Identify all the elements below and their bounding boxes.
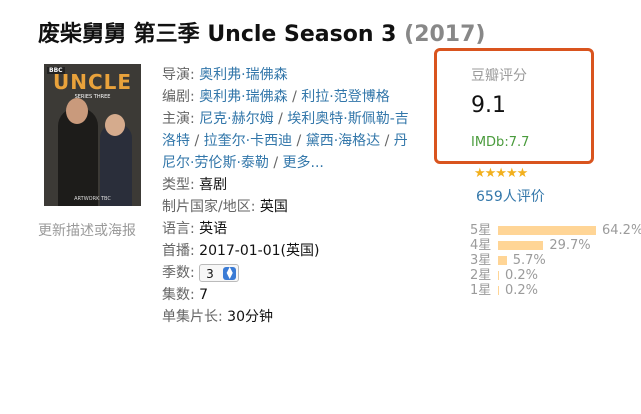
season-select-value: 3 bbox=[206, 267, 214, 281]
season-label: 季数: bbox=[162, 265, 195, 281]
distribution-bar bbox=[498, 256, 507, 265]
director-link[interactable]: 奥利弗·瑞佛森 bbox=[199, 67, 287, 83]
distribution-percent: 29.7% bbox=[549, 238, 591, 253]
distribution-percent: 0.2% bbox=[505, 283, 539, 298]
country-label: 制片国家/地区: bbox=[162, 199, 256, 215]
cast-separator: / bbox=[273, 111, 288, 127]
episodes-label: 集数: bbox=[162, 287, 195, 303]
cast-more-link[interactable]: 更多... bbox=[283, 155, 324, 171]
star-rating-icon: ★★★★★ bbox=[474, 166, 528, 181]
genre-value: 喜剧 bbox=[199, 177, 228, 193]
cast-separator: / bbox=[268, 155, 283, 171]
rating-box: 豆瓣评分 9.1 IMDb:7.7 bbox=[434, 48, 594, 164]
cast-link[interactable]: 黛西·海格达 bbox=[306, 133, 380, 149]
rating-distribution: 5星 64.2% 4星 29.7% 3星 5.7% 2星 0.2% 1星 0.2% bbox=[470, 223, 641, 298]
premiere-label: 首播: bbox=[162, 243, 195, 259]
country-row: 制片国家/地区: 英国 bbox=[162, 196, 410, 218]
title-year: (2017) bbox=[404, 22, 486, 47]
cast-label: 主演: bbox=[162, 111, 195, 127]
runtime-row: 单集片长: 30分钟 bbox=[162, 306, 410, 328]
cast-link[interactable]: 拉奎尔·卡西迪 bbox=[204, 133, 292, 149]
writer-separator: / bbox=[287, 89, 302, 105]
cast-link[interactable]: 尼克·赫尔姆 bbox=[199, 111, 273, 127]
page-title: 废柴舅舅 第三季 Uncle Season 3 (2017) bbox=[38, 16, 485, 48]
distribution-bar bbox=[498, 241, 544, 250]
distribution-star-label: 2星 bbox=[470, 268, 492, 283]
runtime-value: 30分钟 bbox=[227, 309, 273, 325]
season-row: 季数: 3 ▲ ▼ bbox=[162, 262, 410, 284]
cast-separator: / bbox=[380, 133, 394, 149]
info-panel: 导演: 奥利弗·瑞佛森 编剧: 奥利弗·瑞佛森 / 利拉·范登博格 主演: 尼克… bbox=[162, 64, 410, 328]
country-value: 英国 bbox=[259, 199, 288, 215]
rating-label: 豆瓣评分 bbox=[471, 68, 527, 84]
writer-link[interactable]: 利拉·范登博格 bbox=[301, 89, 389, 105]
poster-figure-man-head bbox=[66, 98, 88, 124]
distribution-percent: 5.7% bbox=[512, 253, 546, 268]
poster-artwork-note: ARTWORK TBC bbox=[74, 196, 111, 202]
cast-row: 主演: 尼克·赫尔姆 / 埃利奥特·斯佩勒-吉洛特 / 拉奎尔·卡西迪 / 黛西… bbox=[162, 108, 410, 174]
writer-row: 编剧: 奥利弗·瑞佛森 / 利拉·范登博格 bbox=[162, 86, 410, 108]
genre-row: 类型: 喜剧 bbox=[162, 174, 410, 196]
distribution-star-label: 5星 bbox=[470, 223, 492, 238]
rating-distribution-row: 3星 5.7% bbox=[470, 253, 641, 268]
rating-distribution-row: 2星 0.2% bbox=[470, 268, 641, 283]
director-label: 导演: bbox=[162, 67, 195, 83]
genre-label: 类型: bbox=[162, 177, 195, 193]
updown-chevron-icon: ▲ ▼ bbox=[223, 266, 237, 280]
poster-figure-boy bbox=[100, 124, 132, 206]
distribution-percent: 0.2% bbox=[505, 268, 539, 283]
title-main: 废柴舅舅 第三季 Uncle Season 3 bbox=[38, 22, 397, 47]
writer-label: 编剧: bbox=[162, 89, 195, 105]
poster-series: SERIES THREE bbox=[74, 94, 111, 100]
distribution-star-label: 1星 bbox=[470, 283, 492, 298]
rating-count-link[interactable]: 659人评价 bbox=[476, 186, 545, 206]
update-poster-link[interactable]: 更新描述或海报 bbox=[38, 220, 136, 240]
poster-figure-boy-head bbox=[105, 114, 125, 136]
rating-distribution-row: 4星 29.7% bbox=[470, 238, 641, 253]
poster-logo: UNCLE bbox=[52, 70, 133, 94]
distribution-percent: 64.2% bbox=[602, 223, 641, 238]
distribution-star-label: 4星 bbox=[470, 238, 492, 253]
rating-distribution-row: 5星 64.2% bbox=[470, 223, 641, 238]
runtime-label: 单集片长: bbox=[162, 309, 223, 325]
language-value: 英语 bbox=[199, 221, 228, 237]
distribution-bar bbox=[498, 271, 499, 280]
poster-image[interactable]: BBC UNCLE SERIES THREE ARTWORK TBC bbox=[44, 64, 141, 206]
language-row: 语言: 英语 bbox=[162, 218, 410, 240]
premiere-row: 首播: 2017-01-01(英国) bbox=[162, 240, 410, 262]
episodes-row: 集数: 7 bbox=[162, 284, 410, 306]
premiere-value: 2017-01-01(英国) bbox=[199, 243, 320, 259]
imdb-rating: IMDb:7.7 bbox=[471, 135, 530, 150]
writer-link[interactable]: 奥利弗·瑞佛森 bbox=[199, 89, 287, 105]
season-select[interactable]: 3 ▲ ▼ bbox=[199, 264, 240, 282]
episodes-value: 7 bbox=[199, 287, 209, 303]
distribution-star-label: 3星 bbox=[470, 253, 492, 268]
cast-separator: / bbox=[190, 133, 204, 149]
rating-score: 9.1 bbox=[471, 93, 506, 118]
director-row: 导演: 奥利弗·瑞佛森 bbox=[162, 64, 410, 86]
distribution-bar bbox=[498, 226, 596, 235]
rating-distribution-row: 1星 0.2% bbox=[470, 283, 641, 298]
language-label: 语言: bbox=[162, 221, 195, 237]
cast-separator: / bbox=[292, 133, 306, 149]
distribution-bar bbox=[498, 286, 499, 295]
